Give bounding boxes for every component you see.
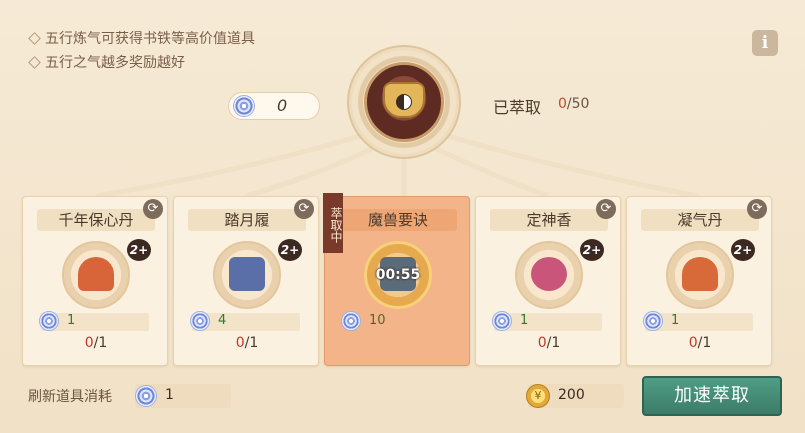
extracting-tag: 萃取中 <box>323 193 343 253</box>
extracted-total: /50 <box>566 96 590 112</box>
item-card-1[interactable]: 千年保心丹 ⟳ 2+ 1 0/1 <box>22 196 168 366</box>
cost-value: 1 <box>671 313 680 328</box>
cost-value: 1 <box>67 313 76 328</box>
spiral-qi-icon <box>135 385 157 407</box>
refresh-icon[interactable]: ⟳ <box>294 199 314 219</box>
extracted-label: 已萃取 <box>493 98 542 117</box>
item-card-3[interactable]: 魔兽要诀 萃取中 00:55 10 <box>323 193 470 366</box>
item-card-4[interactable]: 定神香 ⟳ 2+ 1 0/1 <box>475 196 621 366</box>
cost-value: 4 <box>218 313 227 328</box>
quantity-badge: 2+ <box>580 239 604 261</box>
extracted-count: 0/50 <box>558 96 589 112</box>
item-card-5[interactable]: 凝气丹 ⟳ 2+ 1 0/1 <box>626 196 772 366</box>
tip-text-2: 五行之气越多奖励越好 <box>45 55 185 71</box>
quantity-badge: 2+ <box>278 239 302 261</box>
spiral-qi-icon <box>39 311 59 331</box>
cost-row: 1 <box>492 311 602 331</box>
tip-2: 五行之气越多奖励越好 <box>28 52 185 72</box>
refresh-icon[interactable]: ⟳ <box>596 199 616 219</box>
diamond-bullet-icon <box>28 55 41 69</box>
tip-text-1: 五行炼气可获得书铁等高价值道具 <box>45 31 255 47</box>
progress-current: 0 <box>688 335 698 351</box>
pill-icon <box>682 257 718 291</box>
quantity-badge: 2+ <box>731 239 755 261</box>
spiral-qi-icon <box>233 95 255 117</box>
progress-total: /1 <box>546 335 561 351</box>
incense-icon <box>531 257 567 291</box>
progress-total: /1 <box>93 335 108 351</box>
pill-icon <box>78 257 114 291</box>
item-progress: 0/1 <box>627 335 773 351</box>
refresh-cost: 1 <box>135 384 231 408</box>
item-progress: 0/1 <box>476 335 622 351</box>
item-name: 凝气丹 <box>641 209 759 231</box>
cost-value: 10 <box>369 313 386 328</box>
cost-row: 4 <box>190 311 300 331</box>
qi-counter: 0 <box>228 92 320 120</box>
spiral-qi-icon <box>341 311 361 331</box>
gold-cost: ¥ 200 <box>526 384 624 408</box>
extracted-current: 0 <box>558 96 567 112</box>
item-name: 踏月履 <box>188 209 306 231</box>
cost-row: 1 <box>643 311 753 331</box>
progress-total: /1 <box>244 335 259 351</box>
gold-value: 200 <box>558 387 585 403</box>
progress-current: 0 <box>235 335 245 351</box>
tip-1: 五行炼气可获得书铁等高价值道具 <box>28 28 255 48</box>
quantity-badge: 2+ <box>127 239 151 261</box>
cost-row: 1 <box>39 311 149 331</box>
spiral-qi-icon <box>190 311 210 331</box>
item-progress: 0/1 <box>23 335 169 351</box>
item-name: 魔兽要诀 <box>339 209 457 231</box>
cost-value: 1 <box>520 313 529 328</box>
spiral-qi-icon <box>492 311 512 331</box>
extract-timer: 00:55 <box>375 267 421 283</box>
yin-yang-icon <box>396 94 412 110</box>
item-name: 千年保心丹 <box>37 209 155 231</box>
refresh-icon[interactable]: ⟳ <box>143 199 163 219</box>
refresh-cost-value: 1 <box>165 387 174 403</box>
boots-icon <box>229 257 265 291</box>
qi-counter-value: 0 <box>277 96 288 115</box>
refresh-cost-label: 刷新道具消耗 <box>28 389 112 405</box>
info-button[interactable]: i <box>752 30 778 56</box>
coin-icon: ¥ <box>526 384 550 408</box>
item-card-2[interactable]: 踏月履 ⟳ 2+ 4 0/1 <box>173 196 319 366</box>
cost-row: 10 <box>341 311 451 331</box>
speed-up-button[interactable]: 加速萃取 <box>642 376 782 416</box>
item-name: 定神香 <box>490 209 608 231</box>
progress-current: 0 <box>84 335 94 351</box>
progress-current: 0 <box>537 335 547 351</box>
diamond-bullet-icon <box>28 31 41 45</box>
extraction-panel: 五行炼气可获得书铁等高价值道具 五行之气越多奖励越好 i 0 已萃取 0/50 … <box>0 0 805 433</box>
refresh-icon[interactable]: ⟳ <box>747 199 767 219</box>
spiral-qi-icon <box>643 311 663 331</box>
progress-total: /1 <box>697 335 712 351</box>
item-progress: 0/1 <box>174 335 320 351</box>
